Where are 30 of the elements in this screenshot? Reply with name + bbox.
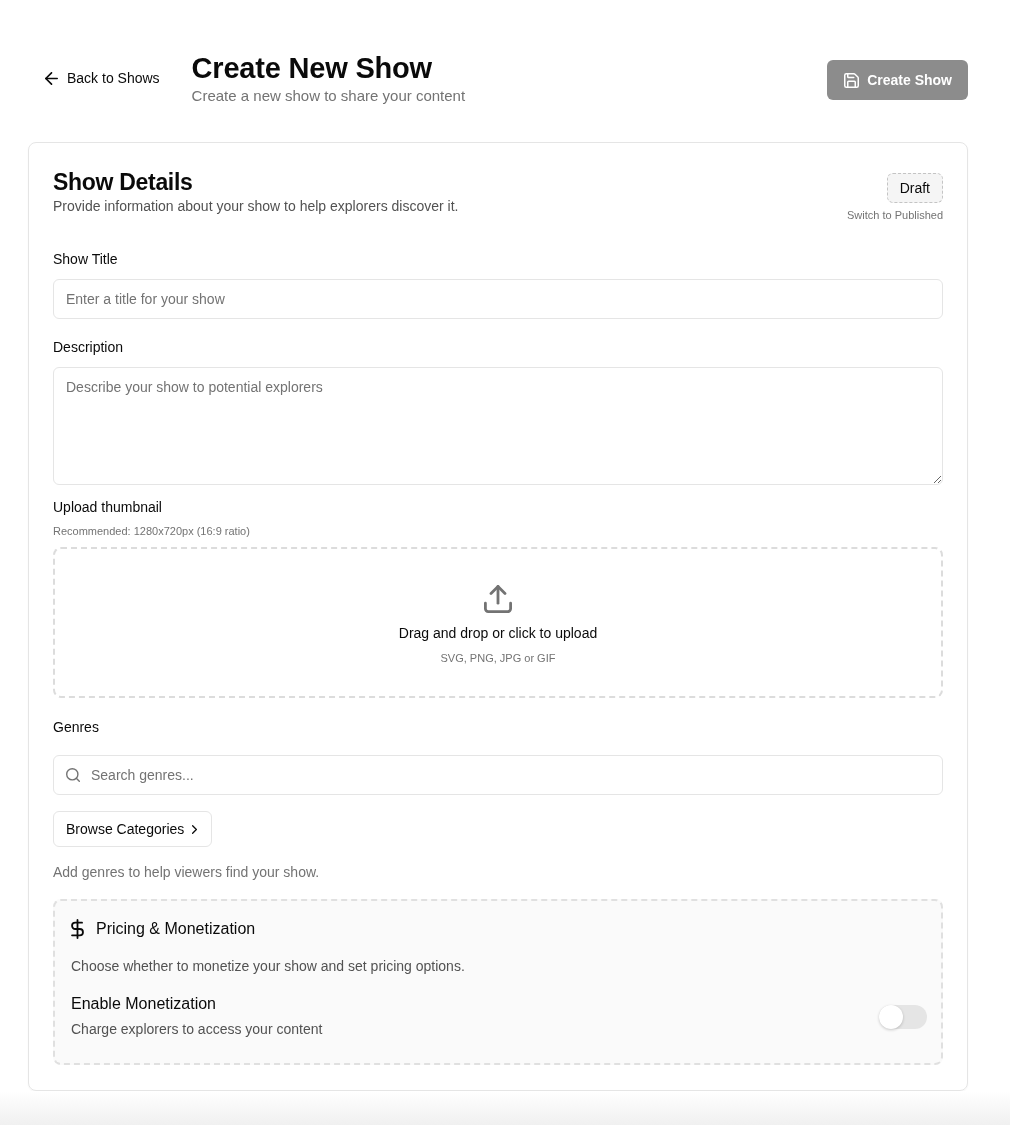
section-title: Show Details bbox=[53, 168, 193, 196]
genres-help-text: Add genres to help viewers find your show. bbox=[53, 863, 320, 882]
status-badge[interactable]: Draft bbox=[886, 173, 943, 203]
pricing-description: Choose whether to monetize your show and set pricing options. bbox=[71, 957, 465, 976]
upload-dropzone[interactable]: Drag and drop or click to upload SVG, PNG, JPG or GIF bbox=[53, 547, 943, 698]
save-icon bbox=[844, 72, 860, 88]
field-label: Description bbox=[53, 338, 124, 357]
search-icon bbox=[66, 768, 80, 782]
upload-prompt: Drag and drop or click to upload bbox=[398, 623, 598, 643]
toggle-description: Charge explorers to access your content bbox=[71, 1020, 323, 1039]
search-field[interactable]: Search genres... bbox=[53, 755, 943, 795]
pricing-title: Pricing & Monetization bbox=[96, 919, 256, 939]
dollar-icon bbox=[71, 919, 84, 939]
upload-formats: SVG, PNG, JPG or GIF bbox=[440, 650, 556, 665]
monetization-toggle[interactable] bbox=[879, 1005, 927, 1029]
upload-icon bbox=[484, 584, 512, 613]
back-link[interactable]: Back to Shows bbox=[28, 64, 176, 92]
page-title: Create New Show bbox=[191, 51, 432, 86]
status-hint: Switch to Published bbox=[847, 208, 943, 222]
text-input[interactable]: Enter a title for your show bbox=[53, 279, 943, 319]
section-description: Provide information about your show to help explorers discover it. bbox=[53, 197, 459, 216]
thumbnail-hint: Recommended: 1280x720px (16:9 ratio) bbox=[53, 524, 250, 538]
toggle-label: Enable Monetization bbox=[71, 994, 216, 1014]
chevron-right-icon bbox=[192, 824, 198, 834]
page-subtitle: Create a new show to share your content bbox=[191, 86, 466, 106]
field-label: Upload thumbnail bbox=[53, 498, 162, 517]
browse-categories-button[interactable]: Browse Categories bbox=[53, 811, 213, 847]
textarea-input[interactable]: Describe your show to potential explorers bbox=[53, 367, 943, 485]
field-label: Genres bbox=[53, 718, 99, 737]
field-label: Show Title bbox=[53, 250, 118, 269]
